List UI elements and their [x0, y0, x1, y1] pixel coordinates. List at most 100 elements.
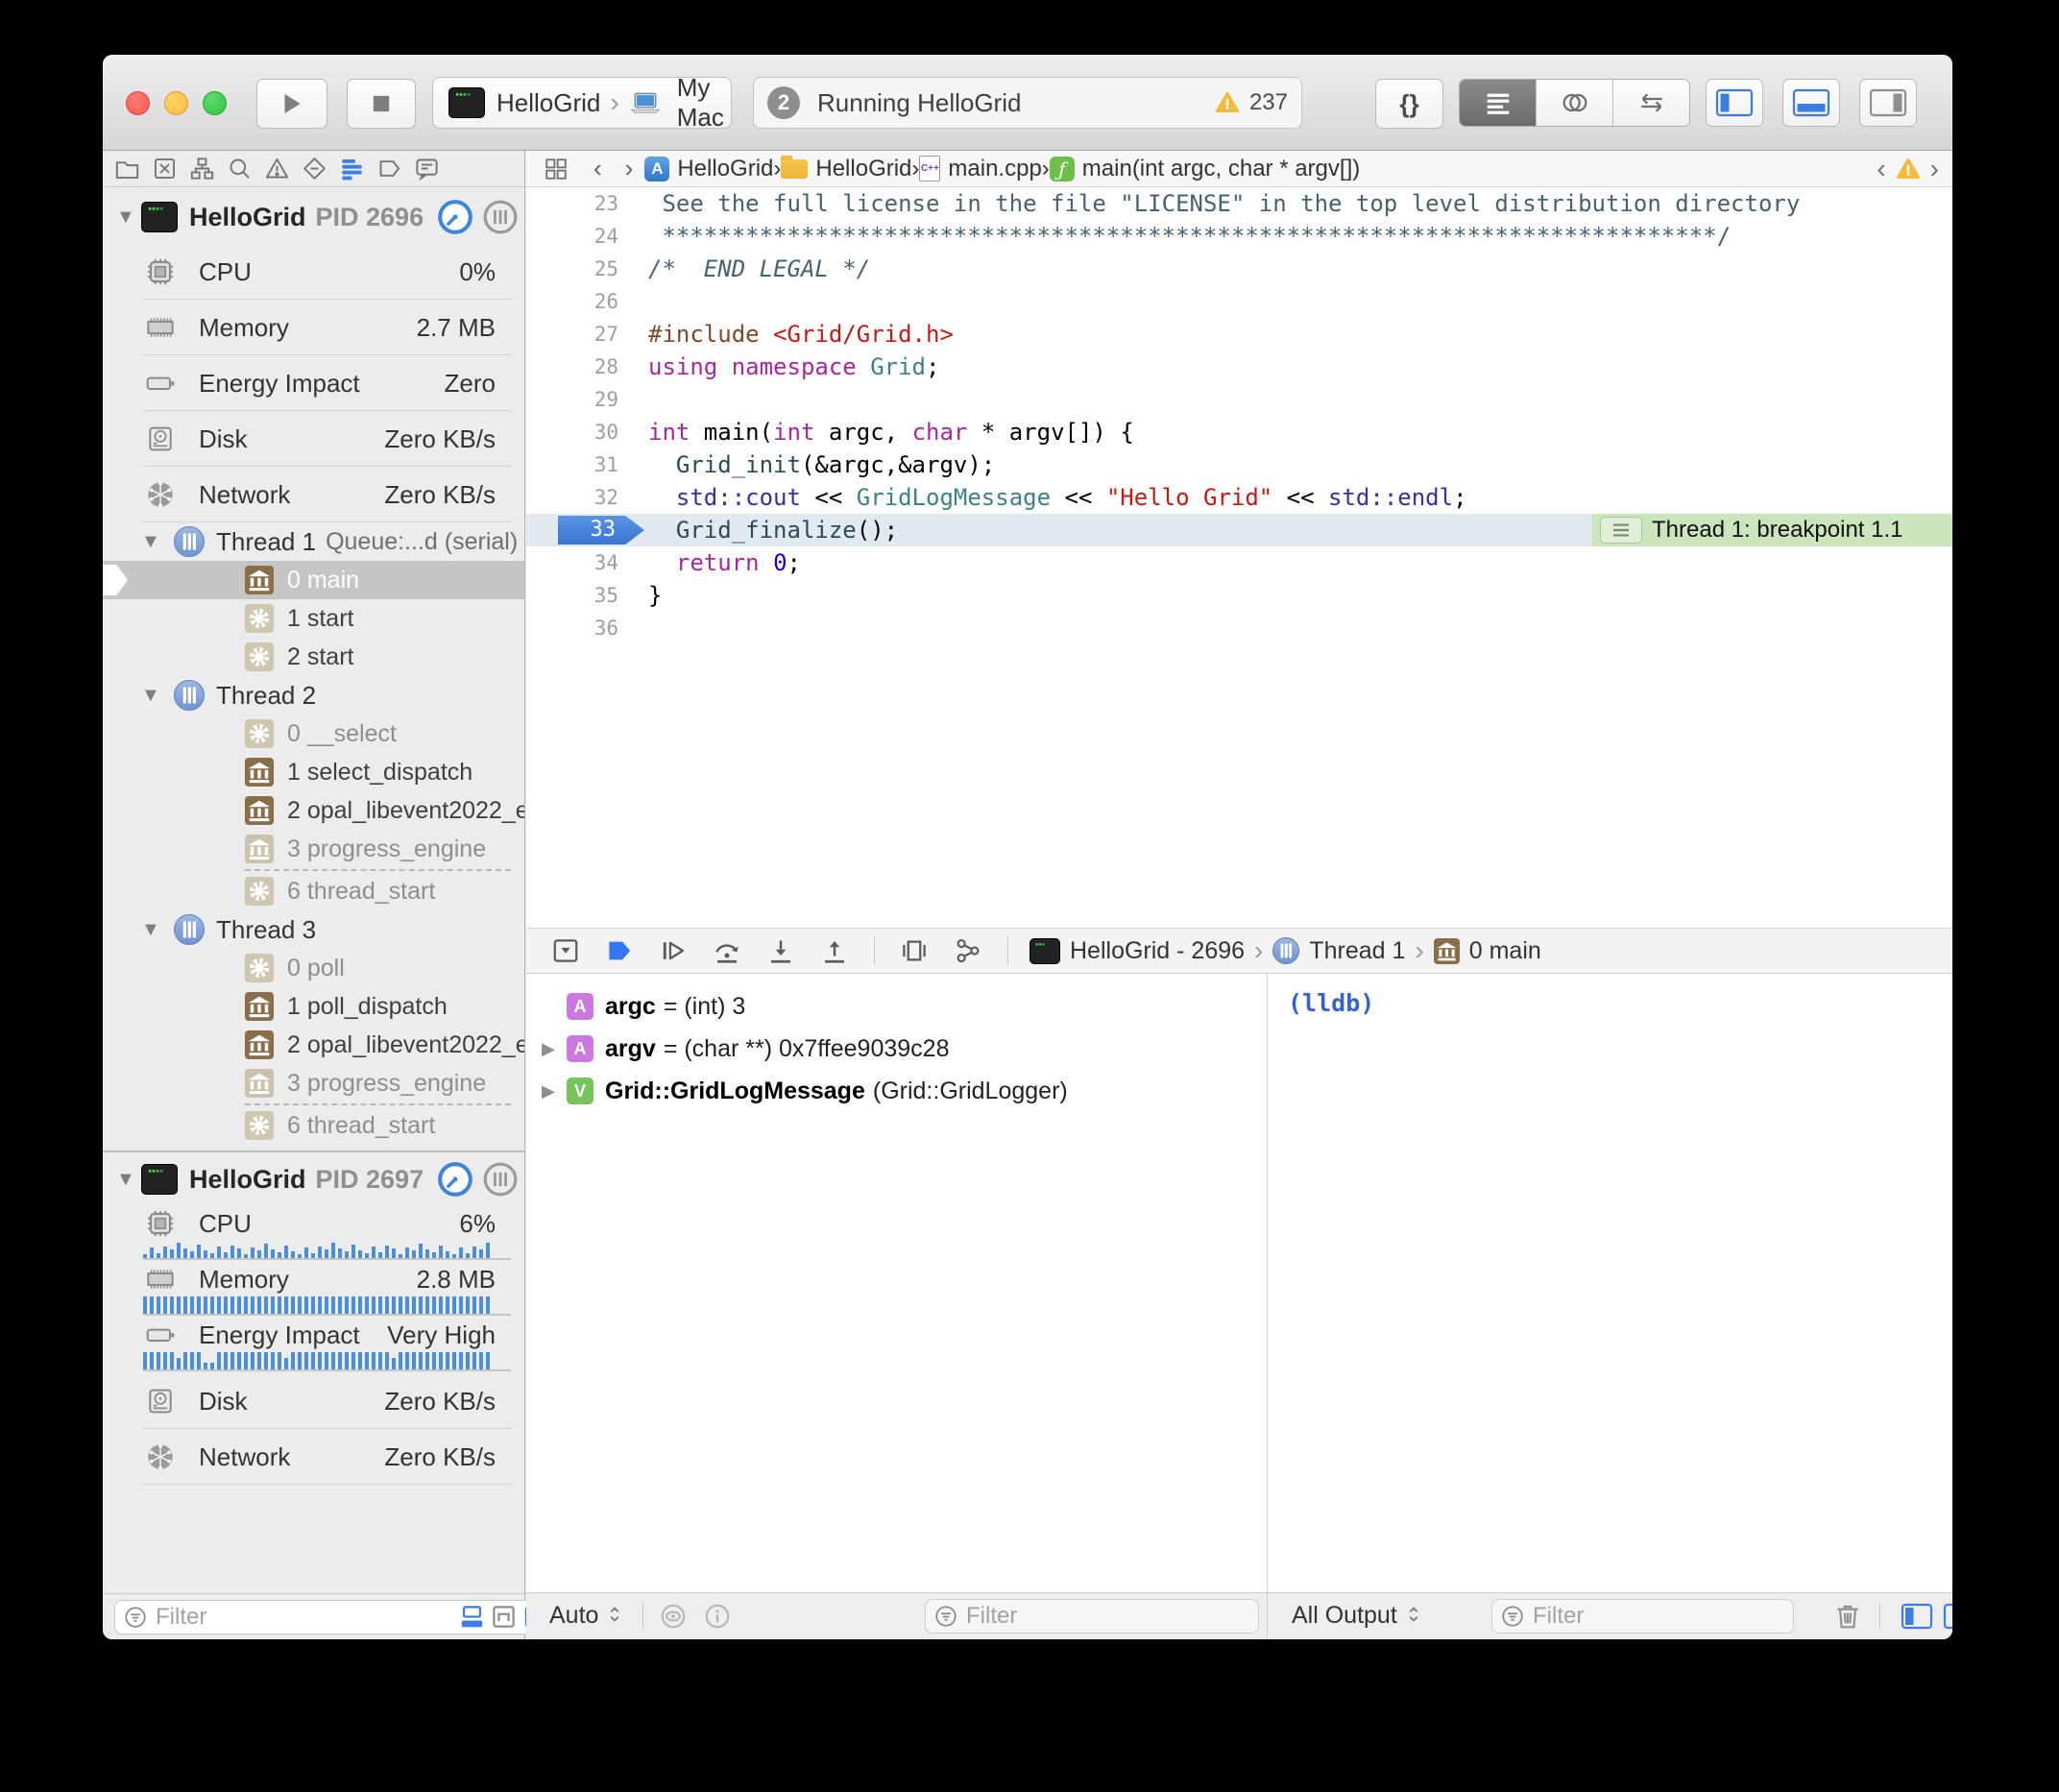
stat-row[interactable]: Network Zero KB/s: [103, 1429, 524, 1485]
line-number[interactable]: 26: [594, 285, 618, 318]
stack-frame-row[interactable]: 1 select_dispatch: [103, 753, 524, 791]
minimize-window-button[interactable]: [164, 91, 188, 115]
disclosure-triangle-icon[interactable]: ▶: [542, 1081, 567, 1102]
gauge-button[interactable]: [437, 1161, 473, 1198]
disclosure-triangle-icon[interactable]: ▼: [116, 1169, 141, 1191]
stack-frame-row[interactable]: 2 opal_libevent2022_ev…: [103, 791, 524, 830]
stat-row[interactable]: Network Zero KB/s: [103, 467, 524, 522]
breakpoint-navigator-tab[interactable]: [376, 156, 402, 182]
process-header[interactable]: ▼ HelloGrid PID 2696: [103, 190, 524, 244]
line-number[interactable]: 28: [594, 351, 618, 383]
stat-row[interactable]: Energy Impact Zero: [103, 355, 524, 411]
gutter[interactable]: 27: [526, 318, 632, 351]
assistant-editor-button[interactable]: [1536, 80, 1612, 126]
thread-row[interactable]: ▼ Thread 2: [103, 676, 524, 714]
line-number[interactable]: 24: [594, 220, 618, 253]
stat-row[interactable]: Energy Impact Very High: [103, 1318, 524, 1373]
line-number[interactable]: 29: [594, 383, 618, 416]
variable-row[interactable]: A argc = (int) 3: [526, 985, 1267, 1028]
stack-frame-row[interactable]: 0 poll: [103, 949, 524, 987]
toggle-inspector-button[interactable]: [1859, 79, 1917, 127]
gutter[interactable]: 28: [526, 351, 632, 383]
zoom-window-button[interactable]: [203, 91, 227, 115]
info-icon[interactable]: [703, 1602, 732, 1631]
show-variables-view-button[interactable]: [1901, 1603, 1933, 1630]
gutter[interactable]: 29: [526, 383, 632, 416]
line-number[interactable]: 23: [594, 187, 618, 220]
variable-row[interactable]: ▶ V Grid::GridLogMessage (Grid::GridLogg…: [526, 1070, 1267, 1112]
code-snippet-button[interactable]: {}: [1375, 79, 1443, 129]
stat-row[interactable]: Disk Zero KB/s: [103, 1373, 524, 1429]
console[interactable]: (lldb): [1269, 974, 1952, 1592]
gauge-button[interactable]: [437, 199, 473, 235]
gutter[interactable]: 32: [526, 481, 632, 514]
stack-frame-row[interactable]: 6 thread_start: [103, 872, 524, 910]
quick-look-icon[interactable]: [659, 1602, 688, 1631]
issue-navigator-tab[interactable]: [264, 156, 290, 182]
breakpoints-enabled-button[interactable]: [605, 936, 634, 965]
annotation-menu-icon[interactable]: [1600, 517, 1642, 544]
debug-frame-label[interactable]: 0 main: [1469, 937, 1541, 965]
frames-with-source-toggle-icon[interactable]: [491, 1604, 517, 1630]
stack-frame-row[interactable]: 1 start: [103, 599, 524, 638]
breadcrumb-item[interactable]: AHelloGrid: [644, 156, 773, 182]
next-issue-button[interactable]: ›: [1930, 154, 1939, 184]
source-control-navigator-tab[interactable]: [152, 156, 178, 182]
line-number[interactable]: 34: [594, 546, 618, 579]
pause-columns-button[interactable]: [482, 1161, 519, 1198]
close-window-button[interactable]: [126, 91, 150, 115]
stack-frame-row[interactable]: 2 opal_libevent2022_ev…: [103, 1026, 524, 1064]
pause-columns-button[interactable]: [482, 199, 519, 235]
thread-row[interactable]: ▼ Thread 1 Queue:...d (serial): [103, 522, 524, 561]
stop-button[interactable]: [347, 79, 416, 129]
breakpoint-annotation[interactable]: Thread 1: breakpoint 1.1: [1592, 514, 1952, 546]
disclosure-triangle-icon[interactable]: ▼: [141, 919, 166, 941]
disclosure-triangle-icon[interactable]: ▶: [542, 1039, 567, 1059]
variables-filter-input[interactable]: [966, 1603, 1250, 1630]
stack-frame-row[interactable]: 0 __select: [103, 714, 524, 753]
stat-row[interactable]: Memory 2.7 MB: [103, 300, 524, 355]
console-scope-select[interactable]: All Output: [1292, 1602, 1397, 1630]
source-editor[interactable]: 23 See the full license in the file "LIC…: [526, 187, 1952, 928]
chevron-up-down-icon[interactable]: [1403, 1604, 1424, 1629]
variables-scope-select[interactable]: Auto: [549, 1602, 598, 1630]
warning-count[interactable]: 237: [1249, 89, 1288, 116]
find-navigator-tab[interactable]: [227, 156, 253, 182]
breadcrumb-item[interactable]: C++main.cpp: [919, 156, 1041, 182]
line-number[interactable]: 30: [594, 416, 618, 448]
stat-row[interactable]: CPU 0%: [103, 244, 524, 300]
show-console-button[interactable]: [1943, 1603, 1952, 1630]
flatten-list-toggle-icon[interactable]: [459, 1604, 485, 1630]
stack-frame-row[interactable]: 2 start: [103, 638, 524, 676]
related-items-icon[interactable]: [544, 157, 569, 182]
gutter[interactable]: 23: [526, 187, 632, 220]
symbol-navigator-tab[interactable]: [189, 156, 215, 182]
stack-frame-row[interactable]: 1 poll_dispatch: [103, 987, 524, 1026]
gutter[interactable]: 24: [526, 220, 632, 253]
gutter[interactable]: 31: [526, 448, 632, 481]
go-back-button[interactable]: ‹: [582, 154, 614, 183]
toggle-navigator-button[interactable]: [1706, 79, 1763, 127]
debug-view-hierarchy-button[interactable]: [900, 936, 929, 965]
stack-frame-row[interactable]: 3 progress_engine: [103, 830, 524, 868]
debug-process-label[interactable]: HelloGrid - 2696: [1070, 937, 1245, 965]
memory-graph-button[interactable]: [954, 936, 982, 965]
step-out-button[interactable]: [820, 936, 849, 965]
project-navigator-tab[interactable]: [114, 156, 140, 182]
activity-viewer[interactable]: 2 Running HelloGrid 237: [753, 77, 1302, 129]
console-filter-field[interactable]: [1491, 1599, 1794, 1634]
report-navigator-tab[interactable]: [414, 156, 440, 182]
line-number[interactable]: 35: [594, 579, 618, 612]
toggle-debug-area-button[interactable]: [1782, 79, 1840, 127]
disclosure-triangle-icon[interactable]: ▼: [116, 206, 141, 229]
line-number[interactable]: 36: [594, 612, 618, 644]
gutter[interactable]: 26: [526, 285, 632, 318]
debug-navigator-tab[interactable]: [339, 156, 365, 182]
chevron-up-down-icon[interactable]: [604, 1604, 625, 1629]
thread-row[interactable]: ▼ Thread 3: [103, 910, 524, 949]
disclosure-triangle-icon[interactable]: ▼: [141, 685, 166, 707]
gutter[interactable]: 35: [526, 579, 632, 612]
hide-debug-area-button[interactable]: [551, 936, 580, 965]
continue-execution-button[interactable]: [659, 936, 688, 965]
console-filter-input[interactable]: [1533, 1603, 1785, 1630]
